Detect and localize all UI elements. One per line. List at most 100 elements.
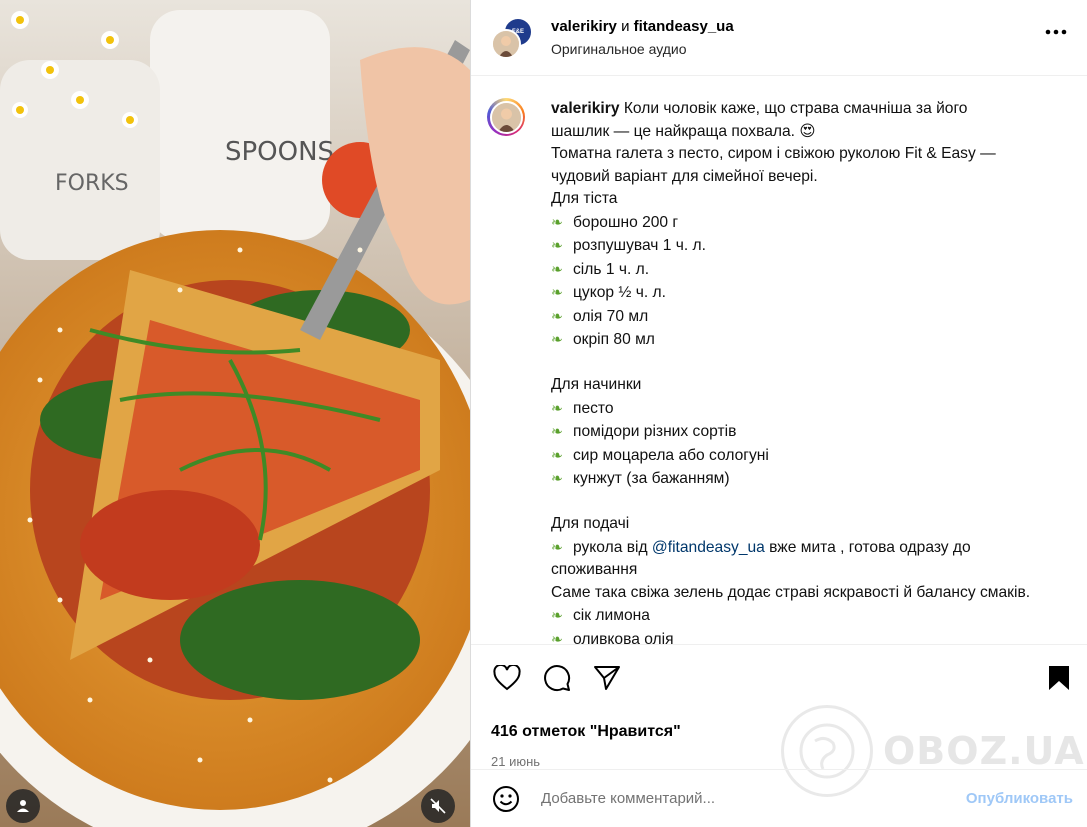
caption-line: Томатна галета з песто, сиром і свіжою р… xyxy=(551,143,1071,166)
herb-icon: ❧ xyxy=(551,284,563,300)
caption-line: Для тіста xyxy=(551,188,1071,211)
caption-list-item: ❧ олія 70 мл xyxy=(551,305,1071,329)
speaker-muted-icon xyxy=(430,798,446,814)
caption-list-item: ❧ помідори різних сортів xyxy=(551,420,1071,444)
herb-icon: ❧ xyxy=(551,307,563,324)
caption-line-text: шашлик — це найкраща похвала. 😍 xyxy=(551,122,816,140)
emoji-button[interactable] xyxy=(491,784,521,814)
caption-list-item: ❧ сир моцарела або сологуні xyxy=(551,444,1071,468)
caption-line-text: помідори різних сортів xyxy=(573,423,737,440)
smiley-icon xyxy=(493,785,519,812)
story-ring xyxy=(487,98,525,136)
caption-line-text: Для тіста xyxy=(551,190,618,207)
caption-line-text: сир моцарела або сологуні xyxy=(573,446,769,464)
post-header: F&E valerikiry и fitandeasy_ua Оригиналь… xyxy=(471,0,1087,76)
caption-line-text: кунжут (за бажанням) xyxy=(573,470,730,487)
herb-icon: ❧ xyxy=(551,260,563,277)
more-options-button[interactable] xyxy=(1041,22,1071,42)
comment-input[interactable] xyxy=(541,790,921,807)
publish-button[interactable]: Опубликовать xyxy=(966,790,1073,807)
caption-list-item: ❧ цукор ½ ч. л. xyxy=(551,281,1071,305)
collab-avatars[interactable]: F&E xyxy=(491,16,533,59)
caption-line-text: розпушувач 1 ч. л. xyxy=(573,237,706,254)
tagged-users-button[interactable] xyxy=(6,789,40,823)
caption-line: чудовий варіант для сімейної вечері. xyxy=(551,166,1071,189)
caption-list-item: ❧ борошно 200 г xyxy=(551,211,1071,235)
caption-list-item: ❧ песто xyxy=(551,397,1071,421)
caption-line: шашлик — це найкраща похвала. 😍 xyxy=(551,121,1071,144)
like-button[interactable] xyxy=(491,662,523,694)
user-icon xyxy=(17,800,29,812)
comment-icon xyxy=(544,664,571,691)
caption-line-text: споживання xyxy=(551,561,638,578)
caption-line-text: сіль 1 ч. л. xyxy=(573,260,650,278)
herb-icon: ❧ xyxy=(551,470,563,486)
caption-line-text: сік лимона xyxy=(573,607,650,624)
herb-icon: ❧ xyxy=(551,630,563,645)
audio-link[interactable]: Оригинальное аудио xyxy=(551,38,734,60)
watermark-text: OBOZ.UA xyxy=(883,729,1085,773)
caption-line-text: песто xyxy=(573,399,614,417)
share-button[interactable] xyxy=(591,662,623,694)
caption-line-text: Коли чоловік каже, що страва смачніша за… xyxy=(623,100,968,117)
caption-line: споживання xyxy=(551,559,1071,582)
mention-after: вже мита , готова одразу до xyxy=(764,538,971,556)
caption-line-text: оливкова олія xyxy=(573,630,674,645)
instagram-post-viewer: SPOONS FORKS F&E valerikiry и fitandeasy… xyxy=(0,0,1087,827)
send-icon xyxy=(594,665,620,690)
comment-bar: Опубликовать xyxy=(471,769,1087,827)
herb-icon: ❧ xyxy=(551,446,563,463)
post-media[interactable]: SPOONS FORKS xyxy=(0,0,470,827)
herb-icon: ❧ xyxy=(551,213,563,230)
herb-icon: ❧ xyxy=(551,331,563,347)
caption-line: Для начинки xyxy=(551,374,1071,397)
caption-list-item: ❧ розпушувач 1 ч. л. xyxy=(551,234,1071,258)
author-link[interactable]: valerikiry xyxy=(551,18,617,35)
mention-before: рукола від xyxy=(573,538,652,556)
herb-icon: ❧ xyxy=(551,237,563,253)
caption-line-text: цукор ½ ч. л. xyxy=(573,284,666,301)
caption-list-item: ❧ кунжут (за бажанням) xyxy=(551,467,1071,491)
caption-list-item: ❧ оливкова олія xyxy=(551,628,1071,645)
caption-list-item: ❧ сіль 1 ч. л. xyxy=(551,258,1071,282)
svg-text:SPOONS: SPOONS xyxy=(225,137,334,167)
save-button[interactable] xyxy=(1043,662,1075,694)
heart-icon xyxy=(493,664,521,690)
author-avatar[interactable] xyxy=(491,28,521,59)
herb-icon: ❧ xyxy=(551,538,563,555)
author-photo xyxy=(493,30,519,57)
post-details: F&E valerikiry и fitandeasy_ua Оригиналь… xyxy=(470,0,1087,827)
caption-text: valerikiry Коли чоловік каже, що страва … xyxy=(551,98,1071,644)
caption-avatar-photo xyxy=(489,100,523,134)
author-conj: и xyxy=(621,17,630,35)
caption-line: Для подачі xyxy=(551,513,1071,536)
caption-line-text: Саме така свіжа зелень додає страві яскр… xyxy=(551,583,1031,601)
comment-button[interactable] xyxy=(541,662,573,694)
caption-line: Саме така свіжа зелень додає страві яскр… xyxy=(551,582,1071,605)
galette-photo: SPOONS FORKS xyxy=(0,0,470,827)
more-dots-icon xyxy=(1045,29,1067,35)
header-authors: valerikiry и fitandeasy_ua xyxy=(551,16,734,38)
post-caption: valerikiry Коли чоловік каже, що страва … xyxy=(471,76,1087,644)
caption-avatar[interactable] xyxy=(487,98,551,644)
author-photo-small xyxy=(491,102,521,132)
header-text: valerikiry и fitandeasy_ua Оригинальное … xyxy=(551,16,734,60)
herb-icon: ❧ xyxy=(551,607,563,623)
caption-list-item: ❧ сік лимона xyxy=(551,604,1071,628)
coauthor-link[interactable]: fitandeasy_ua xyxy=(634,18,734,35)
svg-text:FORKS: FORKS xyxy=(55,171,129,196)
caption-line-text: Томатна галета з песто, сиром і свіжою р… xyxy=(551,145,996,162)
caption-line-text: Для начинки xyxy=(551,376,642,393)
herb-icon: ❧ xyxy=(551,423,563,439)
caption-line-text: чудовий варіант для сімейної вечері. xyxy=(551,167,818,185)
action-bar xyxy=(471,644,1087,710)
caption-username[interactable]: valerikiry xyxy=(551,100,620,117)
caption-line-text: борошно 200 г xyxy=(573,213,679,231)
caption-list-item: ❧ окріп 80 мл xyxy=(551,328,1071,352)
mention-link[interactable]: @fitandeasy_ua xyxy=(652,539,765,556)
mute-button[interactable] xyxy=(421,789,455,823)
caption-line-text: олія 70 мл xyxy=(573,307,649,325)
caption-line: valerikiry Коли чоловік каже, що страва … xyxy=(551,98,1071,121)
